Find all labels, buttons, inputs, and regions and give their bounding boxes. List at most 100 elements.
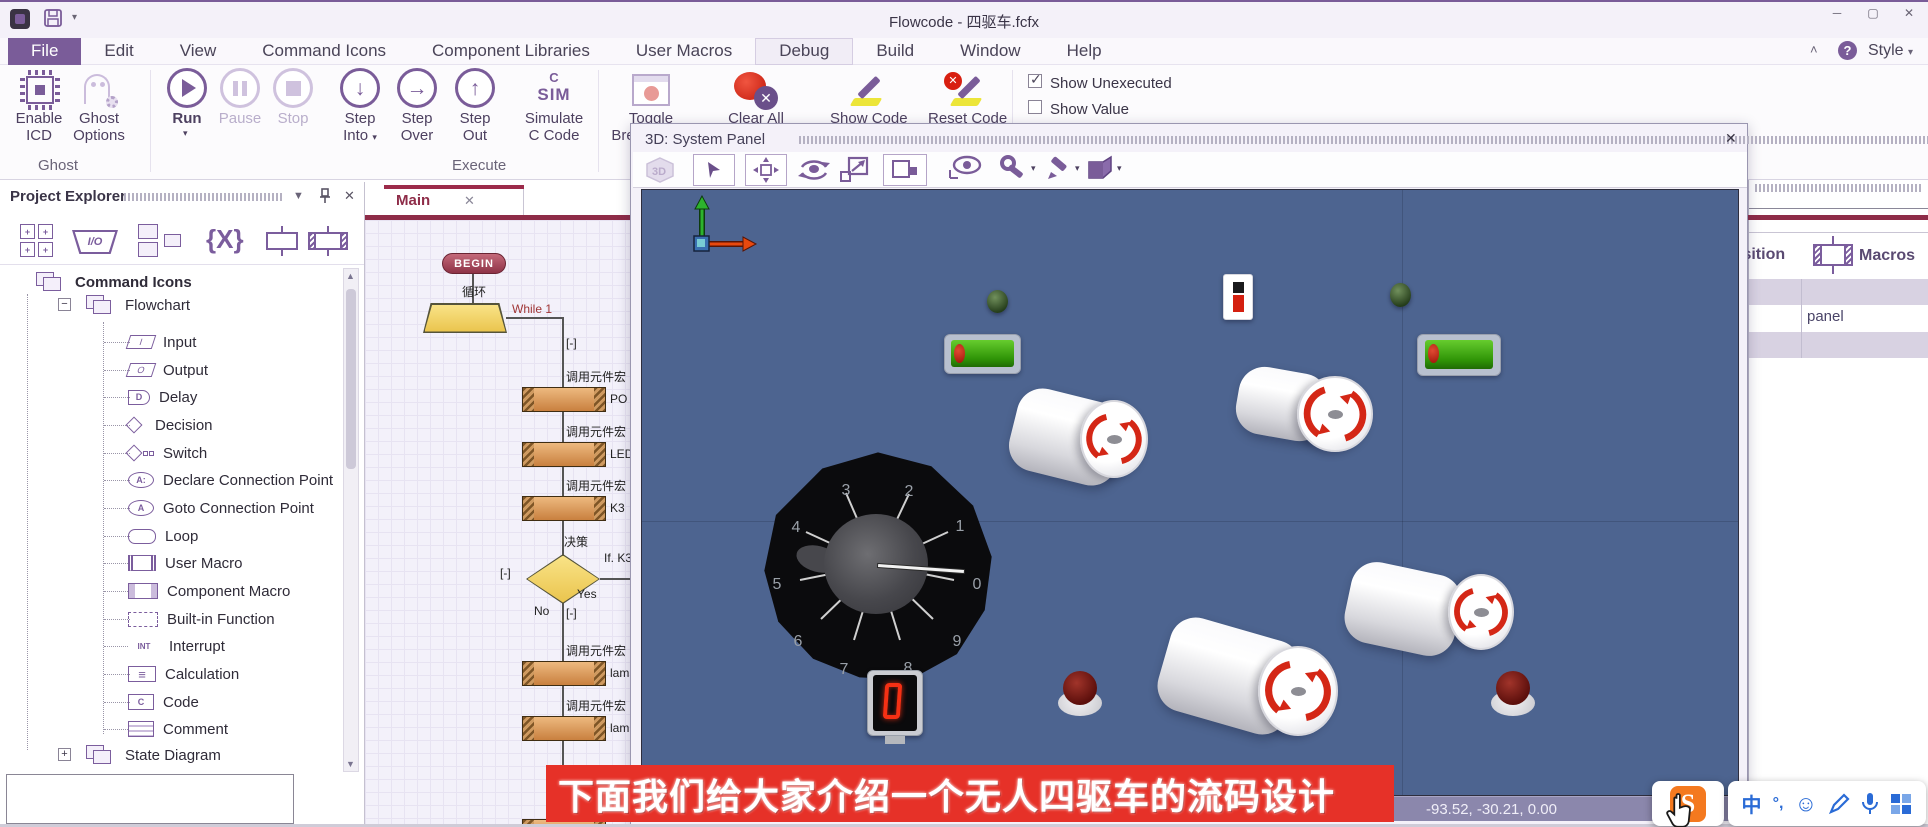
- select-mode-button[interactable]: [693, 154, 735, 186]
- scroll-down-icon[interactable]: ▼: [346, 759, 355, 769]
- flow-macro-node[interactable]: [522, 442, 606, 467]
- tree-node-state-diagram[interactable]: State Diagram: [86, 743, 221, 767]
- properties-drag-handle[interactable]: [1755, 184, 1923, 192]
- led-ball-component[interactable]: [1390, 283, 1411, 307]
- run-button[interactable]: [167, 68, 207, 108]
- tree-item-goto-connection-point[interactable]: AGoto Connection Point: [128, 496, 314, 520]
- led-bar-component[interactable]: [944, 334, 1021, 374]
- pin-icon[interactable]: [318, 188, 332, 204]
- system-panel-close-icon[interactable]: ✕: [1725, 130, 1737, 147]
- flow-macro-node[interactable]: [522, 387, 606, 412]
- paint-button[interactable]: ▾: [1045, 154, 1080, 182]
- tree-item-switch[interactable]: Switch: [128, 441, 207, 465]
- tree-item-user-macro[interactable]: User Macro: [128, 551, 243, 575]
- tree-item-output[interactable]: OOutput: [128, 358, 208, 382]
- ime-chinese-mode-icon[interactable]: 中: [1742, 789, 1762, 818]
- tree-item-delay[interactable]: DDelay: [128, 385, 197, 409]
- flow-begin-node[interactable]: BEGIN: [442, 253, 506, 274]
- macros-section-label[interactable]: Macros: [1859, 247, 1915, 265]
- quick-access-dropdown-icon[interactable]: ▾: [72, 12, 77, 23]
- ime-punctuation-icon[interactable]: °,: [1773, 795, 1784, 813]
- solid-view-button[interactable]: ▾: [1085, 154, 1122, 182]
- led-ball-component[interactable]: [987, 290, 1008, 313]
- flow-macro-node[interactable]: [522, 661, 606, 686]
- panel-drag-handle[interactable]: [124, 193, 284, 201]
- menu-file[interactable]: File: [8, 38, 81, 65]
- step-into-label[interactable]: StepInto ▾: [336, 110, 384, 146]
- tab-close-icon[interactable]: ✕: [464, 193, 475, 209]
- component-macro-icon[interactable]: [306, 226, 350, 256]
- led-bar-component[interactable]: [1417, 334, 1501, 376]
- help-icon[interactable]: ?: [1838, 41, 1857, 60]
- tab-main[interactable]: Main ✕: [384, 189, 524, 215]
- motor-component[interactable]: [1448, 574, 1514, 650]
- properties-row[interactable]: [1749, 332, 1928, 358]
- maximize-button[interactable]: ▢: [1860, 5, 1886, 21]
- motor-component[interactable]: [1297, 376, 1373, 452]
- pause-button[interactable]: [220, 68, 260, 108]
- tree-scrollbar[interactable]: ▲ ▼: [343, 268, 359, 772]
- 3d-viewport[interactable]: 0 1 2 3 4 5 6 7 8 9: [641, 189, 1739, 796]
- tree-item-declare-connection-point[interactable]: A:Declare Connection Point: [128, 468, 333, 492]
- rotate-mode-button[interactable]: [797, 154, 831, 184]
- wheel-component[interactable]: [1063, 671, 1097, 705]
- tree-item-built-in-function[interactable]: Built-in Function: [128, 607, 275, 631]
- reset-code-icon[interactable]: ✕: [944, 72, 988, 110]
- show-value-checkbox[interactable]: Show Value: [1028, 100, 1129, 119]
- tree-expander-expand[interactable]: +: [58, 748, 71, 761]
- flow-collapse-marker[interactable]: [-]: [566, 606, 577, 620]
- panel-dropdown-icon[interactable]: ▼: [293, 190, 304, 202]
- panel-close-icon[interactable]: ✕: [344, 188, 355, 204]
- menu-command-icons[interactable]: Command Icons: [239, 38, 409, 65]
- show-unexecuted-checkbox[interactable]: ✓Show Unexecuted: [1028, 74, 1172, 93]
- flow-macro-node[interactable]: [522, 716, 606, 741]
- tree-expander-collapse[interactable]: −: [58, 298, 71, 311]
- user-macro-icon[interactable]: [262, 226, 302, 256]
- flow-macro-node[interactable]: [522, 496, 606, 521]
- simulate-c-code-label[interactable]: SimulateC Code: [518, 110, 590, 144]
- ime-pen-icon[interactable]: [1828, 793, 1850, 815]
- motor-component[interactable]: [1080, 400, 1148, 478]
- dial-knob[interactable]: [824, 514, 928, 614]
- visibility-button[interactable]: [947, 154, 983, 180]
- simulate-c-code-icon[interactable]: C SIM: [534, 70, 574, 105]
- tree-item-calculation[interactable]: ≡Calculation: [128, 662, 239, 686]
- tree-item-decision[interactable]: Decision: [128, 413, 213, 437]
- windows-icon[interactable]: [138, 224, 184, 258]
- tree-item-input[interactable]: IInput: [128, 330, 196, 354]
- run-label[interactable]: Run: [167, 110, 207, 127]
- scroll-thumb[interactable]: [346, 289, 356, 469]
- menu-build[interactable]: Build: [853, 38, 937, 65]
- collapse-ribbon-icon[interactable]: ˄: [1810, 42, 1818, 57]
- flow-collapse-marker[interactable]: [-]: [566, 336, 577, 350]
- tree-item-loop[interactable]: Loop: [128, 524, 198, 548]
- tree-item-interrupt[interactable]: INTInterrupt: [128, 634, 225, 658]
- io-icon[interactable]: I/O: [72, 230, 118, 254]
- ghost-options-icon[interactable]: [78, 70, 118, 110]
- step-over-label[interactable]: StepOver: [393, 110, 441, 144]
- step-into-button[interactable]: ↓: [340, 68, 380, 108]
- tree-root-command-icons[interactable]: Command Icons: [36, 270, 192, 294]
- expression-icon[interactable]: {X}: [206, 224, 244, 255]
- menu-debug[interactable]: Debug: [755, 38, 853, 65]
- system-panel-drag-handle[interactable]: [799, 136, 1928, 144]
- tree-node-flowchart[interactable]: Flowchart: [86, 293, 190, 317]
- menu-component-libraries[interactable]: Component Libraries: [409, 38, 613, 65]
- menu-edit[interactable]: Edit: [81, 38, 156, 65]
- show-code-icon[interactable]: [846, 72, 890, 110]
- step-out-button[interactable]: ↑: [455, 68, 495, 108]
- tree-item-comment[interactable]: Comment: [128, 717, 228, 741]
- seven-segment-display[interactable]: [867, 670, 923, 736]
- ghost-options-button[interactable]: GhostOptions: [62, 110, 136, 144]
- stop-button[interactable]: [273, 68, 313, 108]
- region-button[interactable]: [883, 154, 927, 186]
- add-command-icons-icon[interactable]: ++ ++: [20, 224, 53, 257]
- ime-mic-icon[interactable]: [1861, 792, 1879, 816]
- properties-row[interactable]: [1749, 279, 1928, 305]
- ime-emoji-icon[interactable]: ☺: [1795, 791, 1817, 817]
- switch-component[interactable]: [1223, 274, 1253, 320]
- save-icon[interactable]: [44, 9, 62, 27]
- ime-toolbar[interactable]: 中 °, ☺: [1728, 781, 1926, 826]
- minimize-button[interactable]: ─: [1824, 5, 1850, 21]
- enable-icd-icon[interactable]: [20, 70, 60, 110]
